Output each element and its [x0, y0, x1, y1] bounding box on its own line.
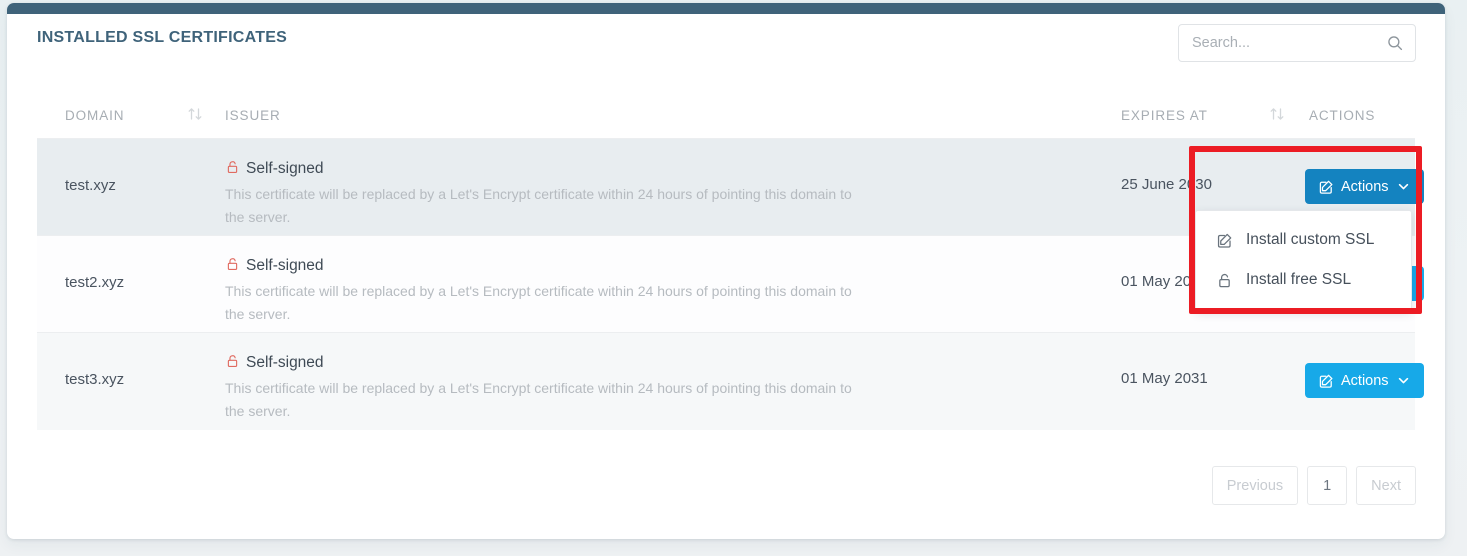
column-header-issuer: ISSUER — [225, 108, 281, 123]
ssl-certificates-card: INSTALLED SSL CERTIFICATES DOMAIN — [7, 3, 1445, 539]
chevron-down-icon — [1397, 180, 1410, 193]
table-row[interactable]: test3.xyz Self-signed This certificate w… — [37, 333, 1424, 430]
pagination-next-button[interactable]: Next — [1356, 466, 1416, 505]
unlock-icon — [225, 256, 240, 272]
card-top-accent-bar — [7, 3, 1445, 14]
cell-actions: Actions — [1305, 363, 1424, 398]
chevron-down-icon — [1397, 374, 1410, 387]
cell-expires-at: 01 May 2031 — [1121, 370, 1208, 387]
cell-issuer: Self-signed This certificate will be rep… — [225, 352, 1105, 423]
search-input[interactable] — [1179, 25, 1379, 61]
search-icon[interactable] — [1386, 34, 1404, 52]
issuer-description: This certificate will be replaced by a L… — [225, 283, 852, 322]
cell-actions: Actions — [1305, 169, 1424, 204]
cell-domain: test.xyz — [65, 177, 116, 194]
cell-domain: test2.xyz — [65, 274, 125, 291]
issuer-label: Self-signed — [246, 160, 324, 177]
menu-item-label: Install free SSL — [1246, 271, 1352, 288]
actions-dropdown-menu: Install custom SSL Install free SSL — [1195, 210, 1412, 311]
issuer-title-wrap: Self-signed — [225, 352, 1105, 373]
issuer-title-wrap: Self-signed — [225, 158, 1105, 179]
sort-domain-icon[interactable] — [187, 106, 203, 122]
cell-domain: test3.xyz — [65, 371, 125, 388]
actions-button-label: Actions — [1341, 372, 1389, 389]
column-header-actions: ACTIONS — [1309, 108, 1376, 123]
pencil-square-icon — [1216, 232, 1233, 249]
issuer-description: This certificate will be replaced by a L… — [225, 186, 852, 225]
issuer-title-wrap: Self-signed — [225, 255, 1105, 276]
menu-item-install-custom-ssl[interactable]: Install custom SSL — [1196, 220, 1411, 260]
issuer-description: This certificate will be replaced by a L… — [225, 380, 852, 419]
cell-expires-at: 25 June 2030 — [1121, 176, 1212, 193]
pencil-square-icon — [1318, 373, 1334, 389]
pagination-page-1-button[interactable]: 1 — [1307, 466, 1348, 505]
unlock-icon — [225, 353, 240, 369]
menu-item-label: Install custom SSL — [1246, 231, 1375, 248]
cell-issuer: Self-signed This certificate will be rep… — [225, 158, 1105, 229]
page-background: INSTALLED SSL CERTIFICATES DOMAIN — [0, 0, 1467, 556]
actions-button[interactable]: Actions — [1305, 169, 1424, 204]
actions-button-label: Actions — [1341, 178, 1389, 195]
unlock-icon — [1216, 272, 1233, 289]
pagination: Previous 1 Next — [1203, 466, 1416, 505]
unlock-icon — [225, 159, 240, 175]
sort-expires-at-icon[interactable] — [1269, 106, 1285, 122]
pagination-previous-button[interactable]: Previous — [1211, 466, 1299, 505]
table-header-row: DOMAIN ISSUER EXPIRES AT ACTIONS — [37, 95, 1415, 139]
page-title: INSTALLED SSL CERTIFICATES — [37, 29, 288, 46]
menu-item-install-free-ssl[interactable]: Install free SSL — [1196, 260, 1411, 300]
column-header-domain: DOMAIN — [65, 108, 125, 123]
issuer-label: Self-signed — [246, 257, 324, 274]
column-header-expires-at: EXPIRES AT — [1121, 108, 1208, 123]
pencil-square-icon — [1318, 179, 1334, 195]
issuer-label: Self-signed — [246, 354, 324, 371]
search-box[interactable] — [1178, 24, 1416, 62]
actions-button[interactable]: Actions — [1305, 363, 1424, 398]
cell-issuer: Self-signed This certificate will be rep… — [225, 255, 1105, 326]
card-header: INSTALLED SSL CERTIFICATES — [7, 14, 1445, 88]
